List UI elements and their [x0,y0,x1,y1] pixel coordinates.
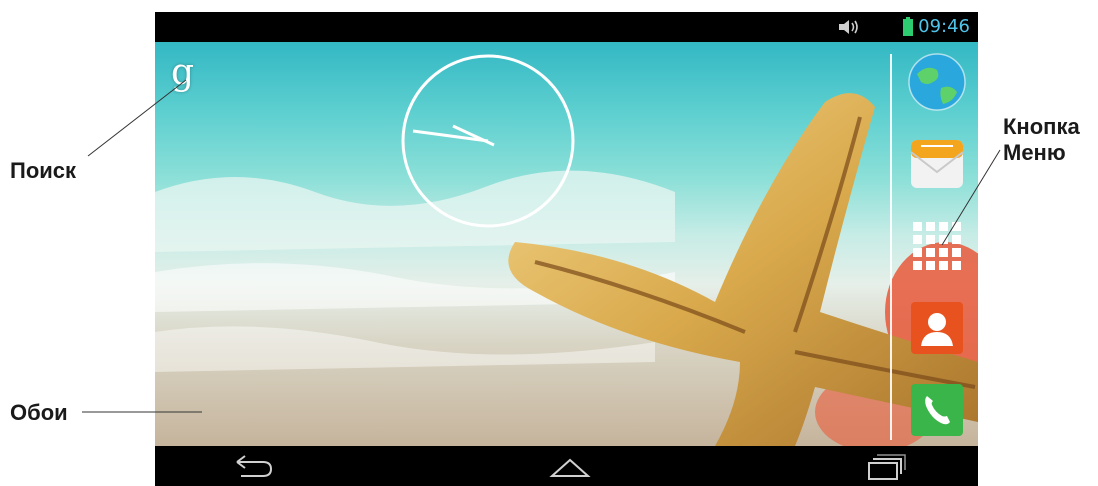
contacts-icon[interactable] [907,298,967,358]
home-icon[interactable] [548,454,592,480]
annotation-menu-line1: Кнопка [1003,114,1080,139]
clock-hour-hand [452,124,495,147]
phone-icon[interactable] [907,380,967,440]
analog-clock[interactable] [399,52,577,230]
annotation-wallpaper-label: Обои [10,400,68,425]
device-screen: 09:46 g [155,12,978,486]
messaging-icon[interactable] [907,134,967,194]
battery-icon [903,17,913,36]
status-time: 09:46 [918,16,970,37]
annotation-menu-label: Кнопка Меню [1003,114,1080,166]
favorites-dock [907,52,967,442]
annotation-menu-line2: Меню [1003,140,1066,165]
app-drawer-icon[interactable] [907,216,967,276]
annotation-search-label: Поиск [10,158,77,183]
wallpaper: g [155,42,978,446]
recent-apps-icon[interactable] [863,454,907,480]
back-icon[interactable] [231,454,275,480]
google-search-icon[interactable]: g [171,52,194,93]
dock-divider [890,54,892,440]
volume-icon [839,20,858,34]
status-bar: 09:46 [155,12,978,42]
navigation-bar [155,446,978,486]
browser-icon[interactable] [907,52,967,112]
